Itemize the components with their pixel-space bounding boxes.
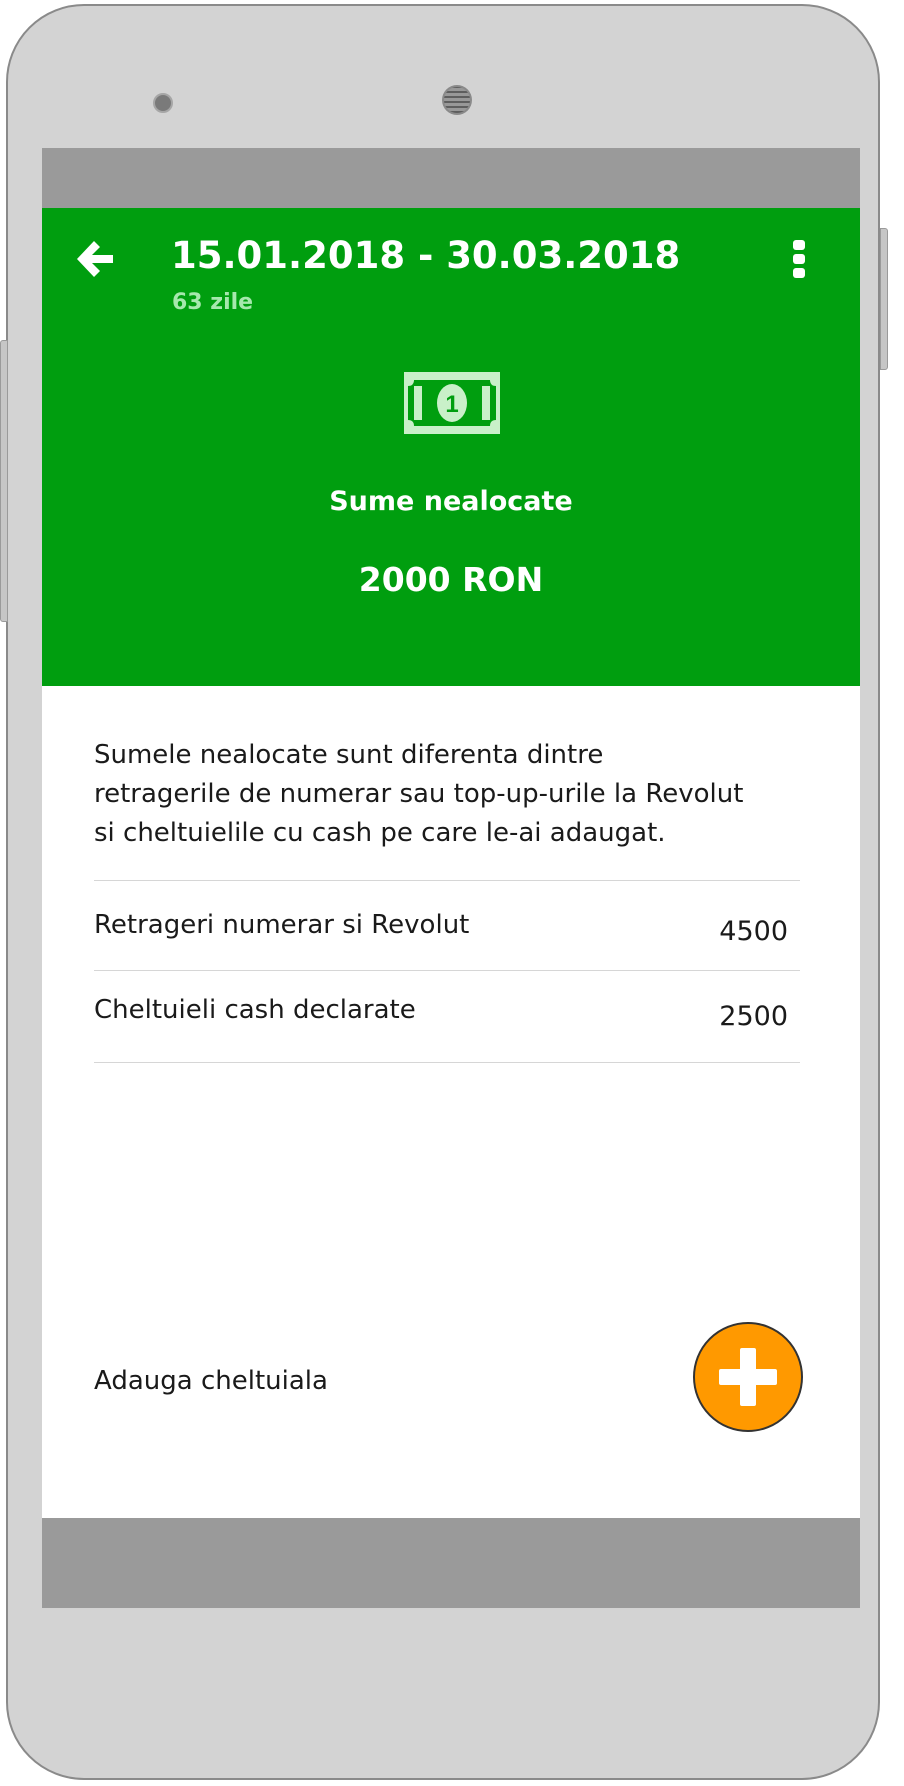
navigation-bar (42, 1518, 860, 1608)
description-text: Sumele nealocate sunt diferenta dintre r… (94, 740, 744, 848)
plus-icon (719, 1348, 777, 1406)
divider (94, 880, 800, 881)
row-label-cash-expenses: Cheltuieli cash declarate (94, 995, 416, 1025)
summary-label: Sume nealocate (329, 486, 573, 517)
banknote-icon: 1 (404, 372, 500, 434)
date-range-title: 15.01.2018 - 30.03.2018 (171, 234, 681, 277)
row-label-withdrawals: Retrageri numerar si Revolut (94, 910, 470, 940)
volume-button (0, 340, 8, 622)
power-button (880, 228, 888, 370)
status-bar (42, 148, 860, 208)
add-expense-label[interactable]: Adauga cheltuiala (94, 1366, 328, 1396)
camera-icon (442, 85, 472, 115)
content: Sumele nealocate sunt diferenta dintre r… (42, 686, 860, 1518)
header: 15.01.2018 - 30.03.2018 63 zile 1 Sume n… (42, 208, 860, 686)
overflow-menu-button[interactable] (784, 236, 814, 282)
summary-amount: 2000 RON (358, 560, 544, 599)
divider (94, 970, 800, 971)
screen: 15.01.2018 - 30.03.2018 63 zile 1 Sume n… (42, 148, 860, 1608)
back-button[interactable] (72, 236, 118, 282)
divider (94, 1062, 800, 1063)
days-count: 63 zile (172, 290, 254, 315)
arrow-left-icon (77, 241, 113, 277)
row-value-cash-expenses: 2500 (719, 1001, 788, 1032)
more-vertical-icon (793, 240, 805, 278)
svg-text:1: 1 (445, 391, 458, 418)
speaker-icon (153, 93, 173, 113)
row-value-withdrawals: 4500 (719, 916, 788, 947)
add-expense-button[interactable] (693, 1322, 803, 1432)
